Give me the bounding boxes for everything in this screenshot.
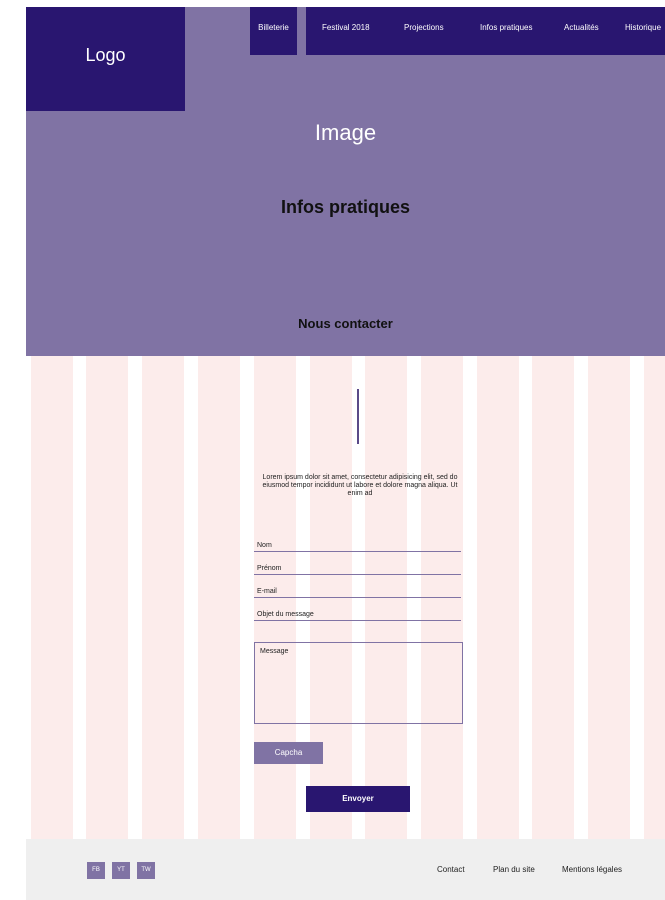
vertical-divider — [357, 389, 359, 444]
submit-button[interactable]: Envoyer — [306, 786, 410, 812]
footer: FB YT TW Contact Plan du site Mentions l… — [26, 839, 665, 900]
nav-bar: Festival 2018 Projections Infos pratique… — [306, 7, 665, 55]
subject-field[interactable]: Objet du message — [254, 608, 461, 621]
logo[interactable]: Logo — [26, 7, 185, 111]
grid-column — [477, 356, 519, 839]
grid-column — [644, 356, 665, 839]
message-field[interactable]: Message — [254, 642, 463, 724]
grid-column — [142, 356, 184, 839]
hero-header: Logo Billeterie Festival 2018 Projection… — [26, 7, 665, 356]
nav-item-historique[interactable]: Historique — [625, 7, 661, 49]
twitter-icon[interactable]: TW — [137, 862, 155, 879]
grid-column — [588, 356, 630, 839]
subject-field-label: Objet du message — [257, 611, 314, 618]
footer-link-legal[interactable]: Mentions légales — [562, 865, 622, 874]
captcha-box[interactable]: Capcha — [254, 742, 323, 764]
youtube-icon[interactable]: YT — [112, 862, 130, 879]
facebook-icon[interactable]: FB — [87, 862, 105, 879]
email-field[interactable]: E-mail — [254, 585, 461, 598]
page: Logo Billeterie Festival 2018 Projection… — [26, 7, 665, 900]
grid-column — [198, 356, 240, 839]
first-name-field-label: Prénom — [257, 565, 282, 572]
grid-column — [31, 356, 73, 839]
grid-column — [532, 356, 574, 839]
name-field-label: Nom — [257, 542, 272, 549]
nav-item-infos-pratiques[interactable]: Infos pratiques — [480, 7, 532, 49]
contact-section: Lorem ipsum dolor sit amet, consectetur … — [26, 356, 665, 839]
footer-link-contact[interactable]: Contact — [437, 865, 465, 874]
hero-image-placeholder: Image — [314, 120, 377, 145]
intro-text: Lorem ipsum dolor sit amet, consectetur … — [262, 474, 458, 497]
nav-item-billetterie[interactable]: Billeterie — [250, 7, 297, 55]
logo-text: Logo — [85, 45, 126, 65]
nav-item-projections[interactable]: Projections — [404, 7, 444, 49]
message-field-label: Message — [260, 648, 289, 655]
grid-column — [86, 356, 128, 839]
email-field-label: E-mail — [257, 588, 277, 595]
page-title: Infos pratiques — [280, 197, 410, 217]
name-field[interactable]: Nom — [254, 539, 461, 552]
nav-item-actualites[interactable]: Actualités — [564, 7, 599, 49]
nav-item-festival-2018[interactable]: Festival 2018 — [322, 7, 370, 49]
section-title: Nous contacter — [298, 316, 393, 331]
footer-link-sitemap[interactable]: Plan du site — [493, 865, 535, 874]
first-name-field[interactable]: Prénom — [254, 562, 461, 575]
